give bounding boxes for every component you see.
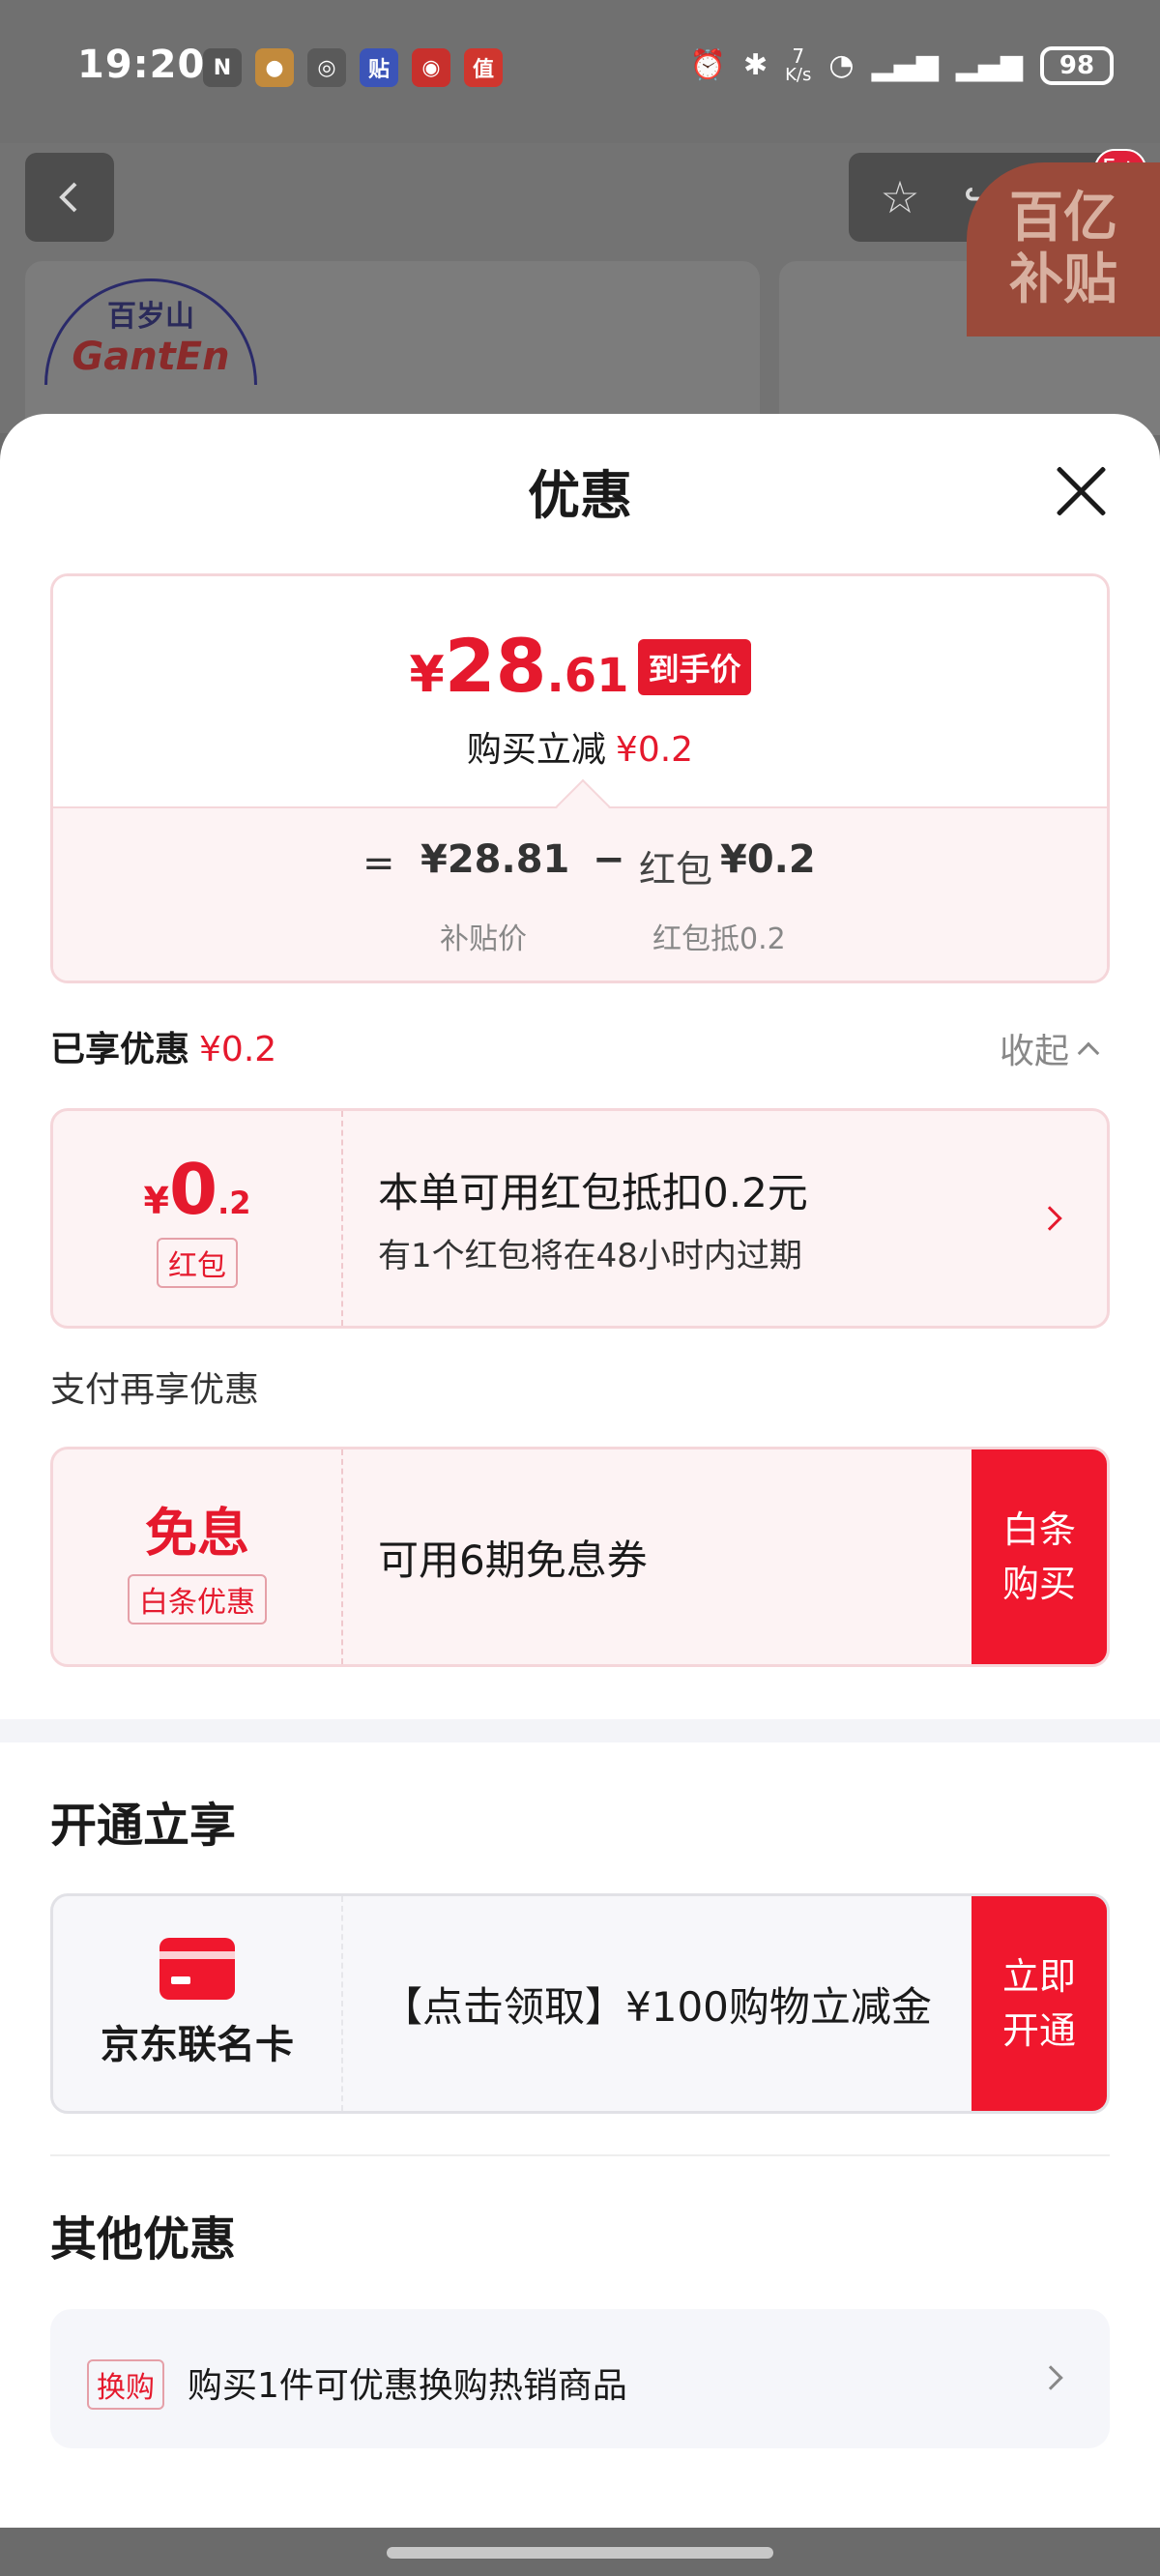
promo-line-2: 补贴: [1009, 249, 1117, 311]
wifi-icon: ◔: [828, 48, 855, 82]
open-section-title: 开通立享: [50, 1799, 237, 1853]
tie-icon: 贴: [360, 48, 398, 87]
coupon-subtitle: 有1个红包将在48小时内过期: [378, 1237, 802, 1275]
coupon-title: 本单可用红包抵扣0.2元: [378, 1169, 808, 1216]
app-icon: ◉: [412, 48, 450, 87]
interest-free-headline: 免息: [145, 1502, 249, 1564]
pay-more-label: 支付再享优惠: [50, 1370, 260, 1410]
discount-sheet: 优惠 ¥28.61 到手价 购买立减 ¥0.2 = ¥28.81 − 红包 ¥0.2…: [0, 414, 1160, 2528]
button-line-1: 白条: [1001, 1508, 1076, 1551]
chevron-left-icon: [59, 182, 77, 213]
coupon-type-chip: 红包: [157, 1238, 238, 1288]
card-name: 京东联名卡: [101, 2023, 294, 2067]
coupon-body: 可用6期免息券: [378, 1449, 952, 1664]
zhi-icon: 值: [464, 48, 503, 87]
system-icons: ⏰ ✱ 7 K/s ◔ ▂▄▆ ▂▄▆ 98: [690, 46, 1114, 85]
status-row: 19:20 N ● ◎ 贴 ◉ 值 ⏰ ✱ 7 K/s ◔ ▂▄▆ ▂▄▆ 98: [0, 43, 1160, 97]
red-packet-label: 红包: [639, 848, 713, 891]
currency-symbol: ¥: [409, 646, 445, 704]
net-speed-unit: K/s: [785, 65, 812, 85]
instant-reduction: 购买立减 ¥0.2: [53, 721, 1107, 772]
status-bar: 19:20 N ● ◎ 贴 ◉ 值 ⏰ ✱ 7 K/s ◔ ▂▄▆ ▂▄▆ 98: [0, 0, 1160, 143]
trade-in-offer-row[interactable]: 换购 购买1件可优惠换购热销商品: [50, 2309, 1110, 2448]
section-divider: [0, 1719, 1160, 1742]
net-speed-value: 7: [792, 44, 805, 68]
bluetooth-icon: ✱: [742, 48, 768, 82]
chevron-right-icon: [1038, 2365, 1063, 2390]
coupon-amount-area: ¥0.2 红包: [53, 1111, 343, 1326]
enjoyed-label: 已享优惠: [50, 1030, 190, 1069]
reduction-value: ¥0.2: [615, 730, 694, 770]
trade-in-text: 购买1件可优惠换购热销商品: [188, 2366, 627, 2406]
other-section-title: 其他优惠: [50, 2212, 237, 2267]
promo-line-1: 百亿: [1009, 187, 1117, 249]
enjoyed-value: ¥0.2: [199, 1030, 277, 1069]
final-price: ¥28.61: [410, 623, 629, 709]
equals-sign: =: [362, 841, 395, 886]
open-card-button[interactable]: 立即 开通: [972, 1896, 1107, 2111]
brand-logo: 百岁山 GantEn: [44, 278, 257, 385]
coupon-amount: ¥0.2: [144, 1149, 251, 1230]
red-packet-value: ¥0.2: [720, 837, 816, 882]
app-icon: ●: [255, 48, 294, 87]
close-icon[interactable]: [1052, 462, 1110, 520]
coupon-headline-area: 免息 白条优惠: [53, 1449, 343, 1664]
baitiao-chip: 白条优惠: [128, 1573, 267, 1625]
chevron-up-icon: [1077, 1041, 1100, 1065]
coupon-title: 可用6期免息券: [378, 1536, 648, 1584]
collapse-button[interactable]: 收起: [1000, 1023, 1100, 1073]
coupon-amount-integer: 0: [168, 1149, 218, 1230]
signal-icon: ▂▄▆: [955, 48, 1023, 82]
home-indicator[interactable]: [387, 2547, 773, 2559]
wechat-icon: ◎: [307, 48, 346, 87]
divider: [50, 2154, 1110, 2156]
brand-name-cn: 百岁山: [107, 300, 194, 334]
sheet-title: 优惠: [528, 465, 632, 526]
product-image: 百岁山 GantEn: [25, 261, 760, 435]
reduction-label: 购买立减: [466, 730, 606, 770]
button-line-2: 购买: [1001, 1563, 1076, 1605]
collapse-label: 收起: [1000, 1032, 1070, 1071]
trade-in-tag: 换购: [87, 2359, 164, 2410]
net-speed: 7 K/s: [785, 46, 811, 85]
button-line-2: 开通: [1001, 2009, 1076, 2052]
nfc-icon: N: [203, 48, 242, 87]
subsidy-price: ¥28.81: [420, 837, 570, 882]
alarm-icon: ⏰: [689, 48, 726, 82]
offer-text: 【点击领取】¥100购物立减金: [382, 1982, 932, 2031]
notification-icons: N ● ◎ 贴 ◉ 值: [203, 48, 503, 87]
brand-name-en: GantEn: [72, 335, 230, 379]
baitiao-buy-button[interactable]: 白条 购买: [972, 1449, 1107, 1664]
gesture-nav-bar: [0, 2528, 1160, 2576]
card-brand-area: 京东联名卡: [53, 1896, 343, 2111]
battery-icon: 98: [1040, 46, 1114, 85]
minus-sign: −: [593, 837, 625, 882]
product-page-background: ☆ ↪ ⋯ 5+ 百岁山 GantEn 百亿 补贴: [0, 143, 1160, 435]
enjoyed-discount: 已享优惠 ¥0.2: [50, 1021, 276, 1071]
red-packet-coupon[interactable]: ¥0.2 红包 本单可用红包抵扣0.2元 有1个红包将在48小时内过期: [50, 1108, 1110, 1329]
coupon-body: 本单可用红包抵扣0.2元 有1个红包将在48小时内过期: [378, 1111, 962, 1326]
price-integer: 28: [444, 623, 547, 709]
price-summary-card: ¥28.61 到手价 购买立减 ¥0.2 = ¥28.81 − 红包 ¥0.2 补贴…: [50, 573, 1110, 983]
price-decimal: .61: [546, 649, 629, 703]
star-icon[interactable]: ☆: [880, 171, 919, 223]
co-branded-card-offer: 京东联名卡 【点击领取】¥100购物立减金 立即 开通: [50, 1893, 1110, 2114]
subsidy-price-caption: 补贴价: [440, 922, 527, 956]
baitiao-coupon: 免息 白条优惠 可用6期免息券 白条 购买: [50, 1447, 1110, 1667]
back-button[interactable]: [25, 153, 114, 242]
final-price-tag: 到手价: [638, 639, 751, 695]
offer-body: 【点击领取】¥100购物立减金: [382, 1896, 952, 2111]
coupon-currency: ¥: [143, 1180, 169, 1222]
status-time: 19:20: [77, 43, 206, 87]
button-line-1: 立即: [1001, 1955, 1076, 1998]
coupon-amount-decimal: .2: [218, 1185, 251, 1221]
final-price-area: ¥28.61 到手价 购买立减 ¥0.2: [53, 576, 1107, 806]
signal-icon: ▂▄▆: [871, 48, 939, 82]
chevron-right-icon: [1037, 1206, 1062, 1231]
red-packet-caption: 红包抵0.2: [652, 922, 786, 956]
subsidy-promo-tag: 百亿 补贴: [967, 162, 1160, 337]
credit-card-icon: [160, 1938, 235, 2000]
final-price-line: ¥28.61 到手价: [53, 623, 1107, 709]
price-breakdown: = ¥28.81 − 红包 ¥0.2 补贴价 红包抵0.2: [53, 806, 1107, 981]
